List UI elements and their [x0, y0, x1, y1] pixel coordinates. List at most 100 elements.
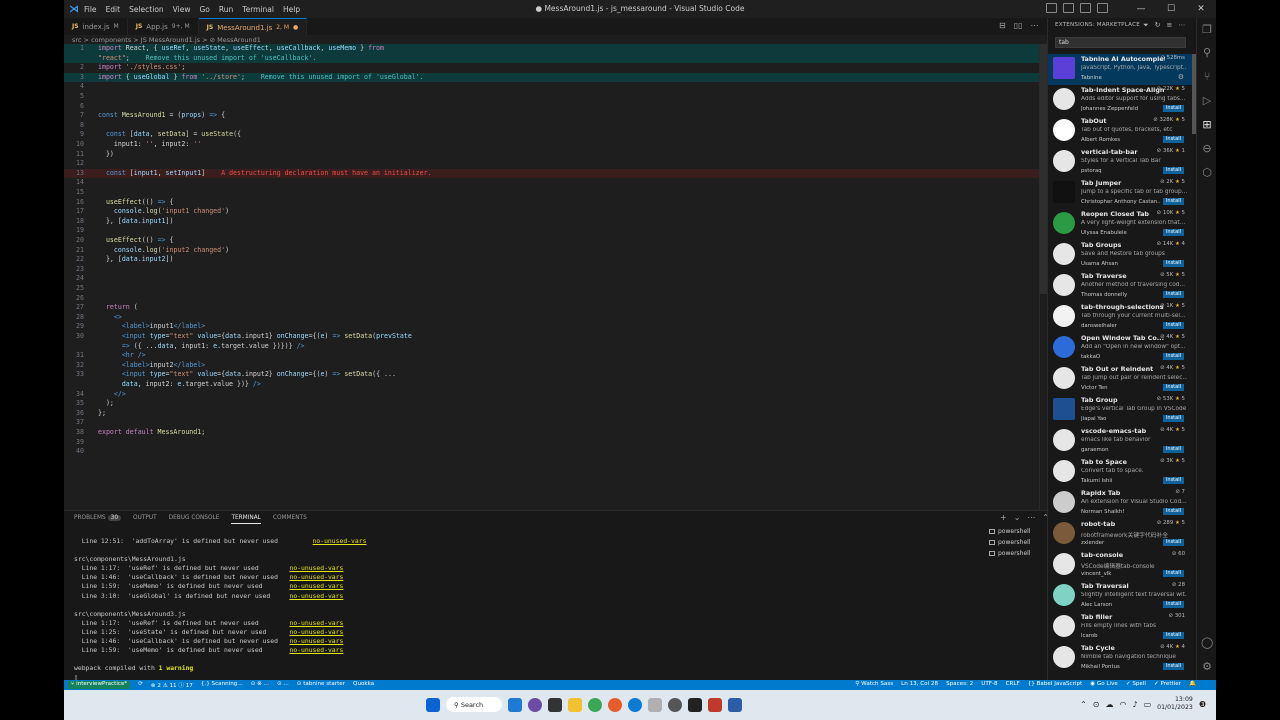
menu-item-edit[interactable]: Edit: [106, 5, 121, 14]
install-button[interactable]: Install: [1162, 353, 1184, 360]
run-debug-icon[interactable]: ▷: [1201, 95, 1213, 107]
media-taskbar-icon[interactable]: [708, 697, 722, 712]
install-button[interactable]: Install: [1162, 322, 1184, 329]
panel-tab-debug-console[interactable]: DEBUG CONSOLE: [169, 515, 220, 524]
start-icon[interactable]: [426, 697, 440, 712]
extension-item[interactable]: Tab Jumper Jump to a specific tab or tab …: [1048, 178, 1197, 209]
terminal-taskbar-icon[interactable]: [548, 697, 562, 712]
extension-item[interactable]: TabOut Tab out of quotes, brackets, etc Al…: [1048, 116, 1197, 147]
compare-icon[interactable]: ⊟: [999, 21, 1006, 30]
toggle-secondary-sidebar-icon[interactable]: [1080, 3, 1091, 13]
minimize-icon[interactable]: —: [1126, 0, 1156, 18]
remote-explorer-icon[interactable]: ⊖: [1201, 143, 1213, 155]
extension-item[interactable]: Tab Cycle Nimble tab navigation technique…: [1048, 643, 1197, 674]
extension-item[interactable]: Tab to Space Convert tab to space. Takumi …: [1048, 457, 1197, 488]
rule-link[interactable]: no-unused-vars: [313, 537, 367, 545]
status-item[interactable]: Spaces: 2: [946, 681, 973, 687]
search-icon[interactable]: ⚲: [1201, 47, 1213, 59]
extension-item[interactable]: Tab Group Edge's vertical Tab Group in VS…: [1048, 395, 1197, 426]
install-button[interactable]: Install: [1162, 663, 1184, 670]
panel-tab-terminal[interactable]: TERMINAL: [231, 515, 261, 524]
extension-search-input[interactable]: tab: [1055, 37, 1186, 48]
install-button[interactable]: Install: [1162, 539, 1184, 546]
extensions-icon[interactable]: ⊞: [1201, 119, 1213, 131]
tab-app-js[interactable]: JS App.js 9+, M: [128, 18, 199, 35]
vscode-taskbar-icon[interactable]: [508, 697, 522, 712]
rule-link[interactable]: no-unused-vars: [289, 619, 343, 627]
status-item[interactable]: UTF-8: [981, 681, 997, 687]
volume-icon[interactable]: ♪: [1132, 700, 1137, 709]
extension-item[interactable]: Tab-Indent Space-Align Adds editor suppor…: [1048, 85, 1197, 116]
code-editor[interactable]: 1 import React, { useRef, useState, useEf…: [64, 44, 1039, 510]
testing-icon[interactable]: ⬡: [1201, 167, 1213, 179]
refresh-icon[interactable]: ↻: [1155, 21, 1161, 30]
tab-index-js[interactable]: JS index.js M: [64, 18, 128, 35]
install-button[interactable]: Install: [1162, 601, 1184, 608]
maximize-icon[interactable]: ☐: [1156, 0, 1186, 18]
screen-taskbar-icon[interactable]: [728, 697, 742, 712]
install-button[interactable]: Install: [1162, 508, 1184, 515]
settings-gear-icon[interactable]: ⚙: [1201, 661, 1213, 673]
firefox-taskbar-icon[interactable]: [608, 697, 622, 712]
extension-item[interactable]: Tab Traversal Slightly intelligent text t…: [1048, 581, 1197, 612]
taskbar-search[interactable]: ⚲ Search: [446, 697, 502, 712]
rule-link[interactable]: no-unused-vars: [289, 564, 343, 572]
rule-link[interactable]: no-unused-vars: [289, 582, 343, 590]
install-button[interactable]: Install: [1162, 198, 1184, 205]
menu-item-go[interactable]: Go: [199, 5, 209, 14]
status-item[interactable]: ⑂ interviewPractice*: [68, 681, 131, 689]
app-taskbar-icon[interactable]: [648, 697, 662, 712]
terminal-output[interactable]: Line 12:51: 'addToArray' is defined but …: [74, 537, 366, 683]
extension-item[interactable]: Tabnine AI Autocomplet... JavaScript, Pyt…: [1048, 54, 1197, 85]
status-item[interactable]: ⊗ 2 ⚠ 11 ⓘ 17: [151, 681, 193, 689]
obs-taskbar-icon[interactable]: [688, 697, 702, 712]
status-item[interactable]: {} Babel JavaScript: [1028, 681, 1083, 687]
extension-item[interactable]: Rapidx Tab An extension for Visual Studio…: [1048, 488, 1197, 519]
terminal-dropdown-icon[interactable]: ⌄: [1014, 513, 1021, 522]
toggle-panel-icon[interactable]: [1063, 3, 1074, 13]
wifi-icon[interactable]: ◠: [1120, 700, 1127, 709]
customize-layout-icon[interactable]: [1097, 3, 1108, 13]
extension-item[interactable]: vertical-tab-bar Styles for a Vertical Ta…: [1048, 147, 1197, 178]
install-button[interactable]: Install: [1162, 229, 1184, 236]
terminal-instance[interactable]: powershell: [989, 526, 1031, 537]
install-button[interactable]: Install: [1162, 167, 1184, 174]
unsaved-dot-icon[interactable]: ●: [293, 24, 298, 31]
rule-link[interactable]: no-unused-vars: [289, 573, 343, 581]
github-taskbar-icon[interactable]: [528, 697, 542, 712]
terminal-instance[interactable]: powershell: [989, 548, 1031, 559]
extension-item[interactable]: vscode-emacs-tab emacs like tab behavior g…: [1048, 426, 1197, 457]
extension-item[interactable]: Reopen Closed Tab A very light-weight ext…: [1048, 209, 1197, 240]
source-control-icon[interactable]: ⑂: [1201, 71, 1213, 83]
rule-link[interactable]: no-unused-vars: [289, 628, 343, 636]
tab-messaround1-js[interactable]: JS MessAround1.js 2, M ●: [198, 18, 308, 36]
status-item[interactable]: ◉ Go Live: [1090, 681, 1118, 687]
status-item[interactable]: ⟳: [138, 681, 143, 689]
explorer-icon[interactable]: ❐: [1201, 24, 1213, 36]
panel-tab-problems[interactable]: PROBLEMS 30: [74, 515, 122, 524]
terminal-instance[interactable]: powershell: [989, 537, 1031, 548]
new-terminal-icon[interactable]: +: [1000, 513, 1007, 522]
extension-item[interactable]: Tab Groups Save and Restore tab groups Usa…: [1048, 240, 1197, 271]
menu-item-selection[interactable]: Selection: [129, 5, 164, 14]
account-icon[interactable]: ◯: [1201, 637, 1213, 649]
rule-link[interactable]: no-unused-vars: [289, 646, 343, 654]
install-button[interactable]: Install: [1162, 105, 1184, 112]
edge-taskbar-icon[interactable]: [628, 697, 642, 712]
network-icon[interactable]: ⊙: [1093, 700, 1100, 709]
panel-more-icon[interactable]: ⋯: [1027, 513, 1035, 522]
install-button[interactable]: Install: [1162, 384, 1184, 391]
install-button[interactable]: Install: [1162, 446, 1184, 453]
install-button[interactable]: Install: [1162, 291, 1184, 298]
extension-item[interactable]: Tab Traverse Another method of traversing…: [1048, 271, 1197, 302]
battery-icon[interactable]: ▭: [1144, 700, 1152, 709]
status-item[interactable]: ⚲ Watch Sass: [855, 681, 893, 687]
status-item[interactable]: CRLF: [1006, 681, 1020, 687]
status-item[interactable]: ✓ Prettier: [1154, 681, 1181, 687]
menu-item-file[interactable]: File: [84, 5, 97, 14]
install-button[interactable]: Install: [1162, 415, 1184, 422]
extension-item[interactable]: tab-console VSCode编辑器tab-console vincent_v…: [1048, 550, 1197, 581]
status-item[interactable]: {.} Scanning...: [201, 681, 243, 689]
menu-item-terminal[interactable]: Terminal: [242, 5, 274, 14]
status-item[interactable]: ⊙ tabnine starter: [297, 681, 345, 689]
